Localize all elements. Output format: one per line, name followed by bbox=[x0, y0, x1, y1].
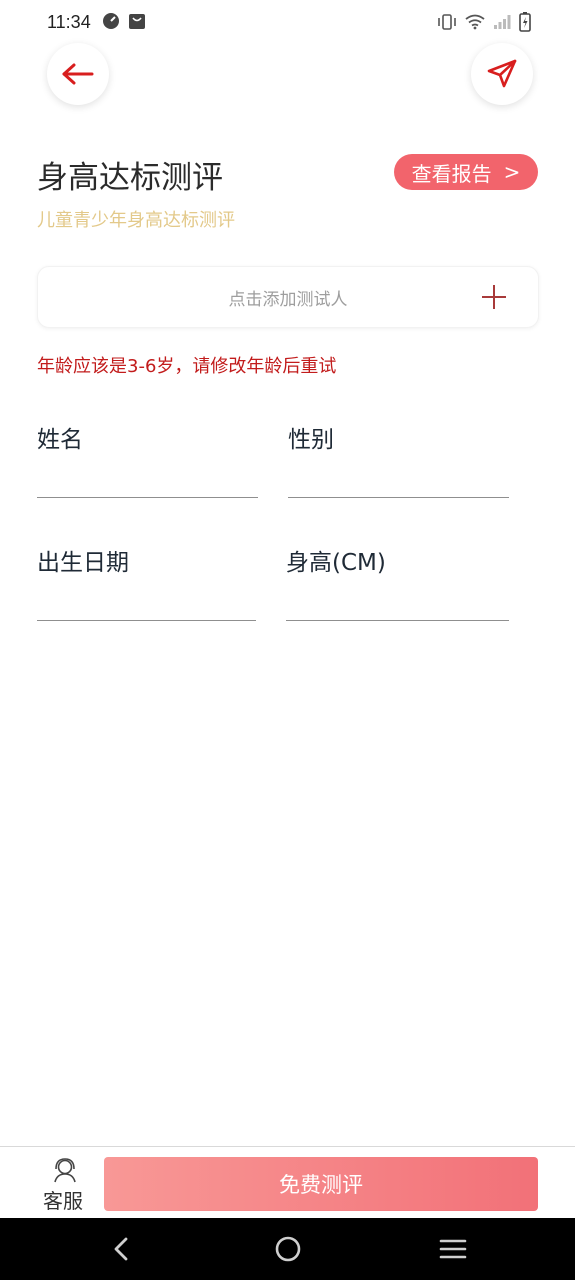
nav-home-icon[interactable] bbox=[273, 1234, 303, 1264]
share-button[interactable] bbox=[471, 43, 533, 105]
birthdate-picker[interactable] bbox=[37, 620, 256, 621]
name-input[interactable] bbox=[37, 497, 258, 498]
view-report-label: 查看报告 bbox=[411, 161, 492, 186]
add-tester-card[interactable]: 点击添加测试人 bbox=[37, 266, 539, 328]
status-time: 11:34 bbox=[47, 12, 91, 32]
add-tester-placeholder: 点击添加测试人 bbox=[228, 290, 348, 310]
shopping-bag-icon bbox=[129, 14, 145, 29]
name-label: 姓名 bbox=[37, 427, 83, 453]
vibrate-icon bbox=[438, 14, 456, 30]
plus-icon bbox=[482, 285, 506, 309]
send-icon bbox=[487, 59, 517, 88]
status-bar: 11:34 bbox=[0, 0, 575, 46]
back-arrow-icon bbox=[62, 63, 94, 85]
signal-icon bbox=[494, 15, 511, 29]
screen: 11:34 身高达标测评 儿童青少年身高达标测评 查看报告 > 点击添加测试人 … bbox=[0, 0, 575, 1280]
nav-menu-icon[interactable] bbox=[438, 1234, 468, 1264]
system-nav-bar bbox=[0, 1218, 575, 1280]
customer-service-icon bbox=[54, 1158, 76, 1183]
age-error-message: 年龄应该是3-6岁，请修改年龄后重试 bbox=[37, 356, 337, 377]
height-label: 身高(CM) bbox=[286, 550, 386, 576]
page-subtitle: 儿童青少年身高达标测评 bbox=[37, 210, 235, 231]
bottom-action-bar: 客服 免费测评 bbox=[0, 1146, 575, 1219]
status-left-icons bbox=[102, 12, 146, 30]
customer-service-label: 客服 bbox=[43, 1189, 83, 1213]
gender-label: 性别 bbox=[288, 427, 334, 453]
nav-back-icon[interactable] bbox=[106, 1234, 136, 1264]
free-evaluation-button[interactable]: 免费测评 bbox=[104, 1157, 538, 1211]
battery-charging-icon bbox=[519, 12, 531, 32]
wifi-icon bbox=[465, 14, 485, 30]
birthdate-label: 出生日期 bbox=[37, 550, 129, 576]
status-right-icons bbox=[437, 12, 531, 32]
gender-select[interactable] bbox=[288, 497, 509, 498]
back-button[interactable] bbox=[47, 43, 109, 105]
chevron-right-icon: > bbox=[503, 160, 521, 184]
height-input[interactable] bbox=[286, 620, 509, 621]
page-title: 身高达标测评 bbox=[37, 160, 223, 196]
view-report-button[interactable]: 查看报告 > bbox=[394, 154, 538, 190]
speedometer-icon bbox=[103, 13, 119, 29]
